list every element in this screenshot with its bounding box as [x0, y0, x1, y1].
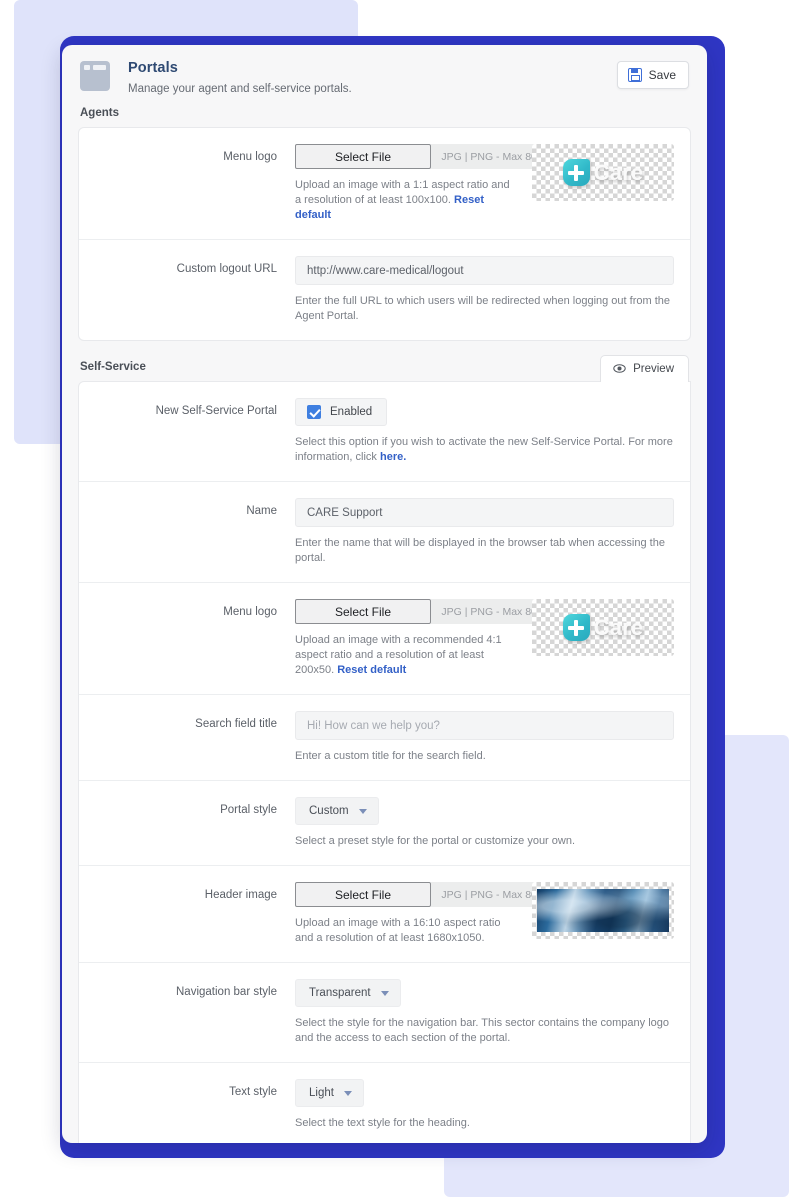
search-field-title-help: Enter a custom title for the search fiel… [295, 750, 486, 762]
row-self-menu-logo: Menu logo Select File JPG | PNG - Max 80… [79, 583, 690, 695]
page-stage: Portals Manage your agent and self-servi… [0, 0, 789, 1197]
preview-tab[interactable]: Preview [600, 355, 689, 382]
nav-bar-style-help: Select the style for the navigation bar.… [295, 1017, 670, 1044]
text-style-select[interactable]: Light [295, 1079, 364, 1107]
row-header-image: Header image Select File JPG | PNG - Max… [79, 866, 690, 963]
row-label-search-field-title: Search field title [195, 718, 277, 730]
nav-bar-style-select[interactable]: Transparent [295, 979, 401, 1007]
row-label-new-self-service-portal: New Self-Service Portal [155, 405, 277, 417]
save-button[interactable]: Save [616, 61, 689, 89]
portal-style-select[interactable]: Custom [295, 797, 379, 825]
portals-window-icon [80, 61, 110, 91]
section-label-self-service: Self-Service [80, 361, 146, 373]
portal-style-help: Select a preset style for the portal or … [295, 835, 576, 847]
row-nav-bar-style: Navigation bar style Transparent Select … [79, 963, 690, 1063]
portal-name-help: Enter the name that will be displayed in… [295, 537, 665, 564]
self-service-panel: New Self-Service Portal Enabled Select t… [78, 381, 691, 1143]
header-photo-thumbnail [537, 889, 669, 932]
card-header: Portals Manage your agent and self-servi… [62, 45, 707, 103]
portals-settings-card: Portals Manage your agent and self-servi… [62, 45, 707, 1143]
portal-style-value: Custom [309, 805, 349, 817]
page-subtitle: Manage your agent and self-service porta… [128, 83, 352, 95]
new-self-service-portal-toggle[interactable]: Enabled [295, 398, 388, 426]
row-text-style: Text style Light Select the text style f… [79, 1063, 690, 1143]
row-label-portal-name: Name [246, 505, 277, 517]
chevron-down-icon [358, 808, 367, 814]
row-portal-name: Name CARE Support Enter the name that wi… [79, 482, 690, 583]
care-cross-logo-icon [562, 159, 590, 186]
search-field-title-input[interactable]: Hi! How can we help you? [295, 711, 674, 740]
portal-name-input[interactable]: CARE Support [295, 498, 674, 527]
section-head-self-service: Self-Service Preview [62, 355, 707, 382]
care-cross-logo-icon [562, 614, 590, 641]
new-self-service-portal-checkbox-label: Enabled [330, 406, 373, 418]
self-menu-logo-select-file-button[interactable]: Select File [295, 599, 431, 624]
agents-menu-logo-preview: Care [532, 144, 674, 201]
row-label-text-style: Text style [229, 1086, 277, 1098]
text-style-value: Light [309, 1087, 334, 1099]
row-label-header-image: Header image [204, 889, 277, 901]
row-portal-style: Portal style Custom Select a preset styl… [79, 781, 690, 866]
agents-logout-url-help: Enter the full URL to which users will b… [295, 295, 671, 322]
row-label-portal-style: Portal style [220, 804, 277, 816]
page-title: Portals [128, 60, 178, 76]
new-self-service-portal-help-text: Select this option if you wish to activa… [295, 436, 673, 463]
header-image-help: Upload an image with a 16:10 aspect rati… [295, 917, 501, 944]
agents-menu-logo-filebar: Select File JPG | PNG - Max 80MB [295, 144, 563, 169]
agents-panel: Menu logo Select File JPG | PNG - Max 80… [78, 127, 691, 341]
nav-bar-style-value: Transparent [309, 987, 371, 999]
checkbox-checked-icon[interactable] [307, 405, 321, 419]
new-self-service-portal-here-link[interactable]: here. [380, 451, 406, 463]
section-label-agents: Agents [80, 107, 119, 119]
row-new-self-service-portal: New Self-Service Portal Enabled Select t… [79, 382, 690, 482]
care-logo-wordmark: Care [593, 614, 644, 640]
care-logo-wordmark: Care [593, 159, 644, 185]
row-agents-menu-logo: Menu logo Select File JPG | PNG - Max 80… [79, 128, 690, 240]
row-agents-logout-url: Custom logout URL http://www.care-medica… [79, 240, 690, 340]
save-floppy-icon [627, 68, 642, 82]
header-image-preview [532, 882, 674, 939]
eye-icon [613, 362, 626, 375]
row-label-self-menu-logo: Menu logo [223, 606, 277, 618]
row-label-nav-bar-style: Navigation bar style [176, 986, 277, 998]
row-label-agents-menu-logo: Menu logo [223, 151, 277, 163]
agents-logout-url-input[interactable]: http://www.care-medical/logout [295, 256, 674, 285]
self-menu-logo-help: Upload an image with a recommended 4:1 a… [295, 633, 518, 678]
save-button-label: Save [648, 68, 676, 82]
new-self-service-portal-help: Select this option if you wish to activa… [295, 435, 674, 465]
self-menu-logo-reset-default-link[interactable]: Reset default [337, 664, 406, 676]
text-style-help: Select the text style for the heading. [295, 1117, 470, 1129]
row-label-agents-logout-url: Custom logout URL [176, 263, 277, 275]
header-image-filebar: Select File JPG | PNG - Max 80MB [295, 882, 563, 907]
preview-tab-label: Preview [633, 362, 674, 375]
header-image-select-file-button[interactable]: Select File [295, 882, 431, 907]
row-search-field-title: Search field title Hi! How can we help y… [79, 695, 690, 781]
chevron-down-icon [380, 990, 389, 996]
self-menu-logo-filebar: Select File JPG | PNG - Max 80MB [295, 599, 563, 624]
chevron-down-icon [343, 1090, 352, 1096]
agents-menu-logo-help: Upload an image with a 1:1 aspect ratio … [295, 178, 518, 223]
self-menu-logo-preview: Care [532, 599, 674, 656]
agents-menu-logo-select-file-button[interactable]: Select File [295, 144, 431, 169]
